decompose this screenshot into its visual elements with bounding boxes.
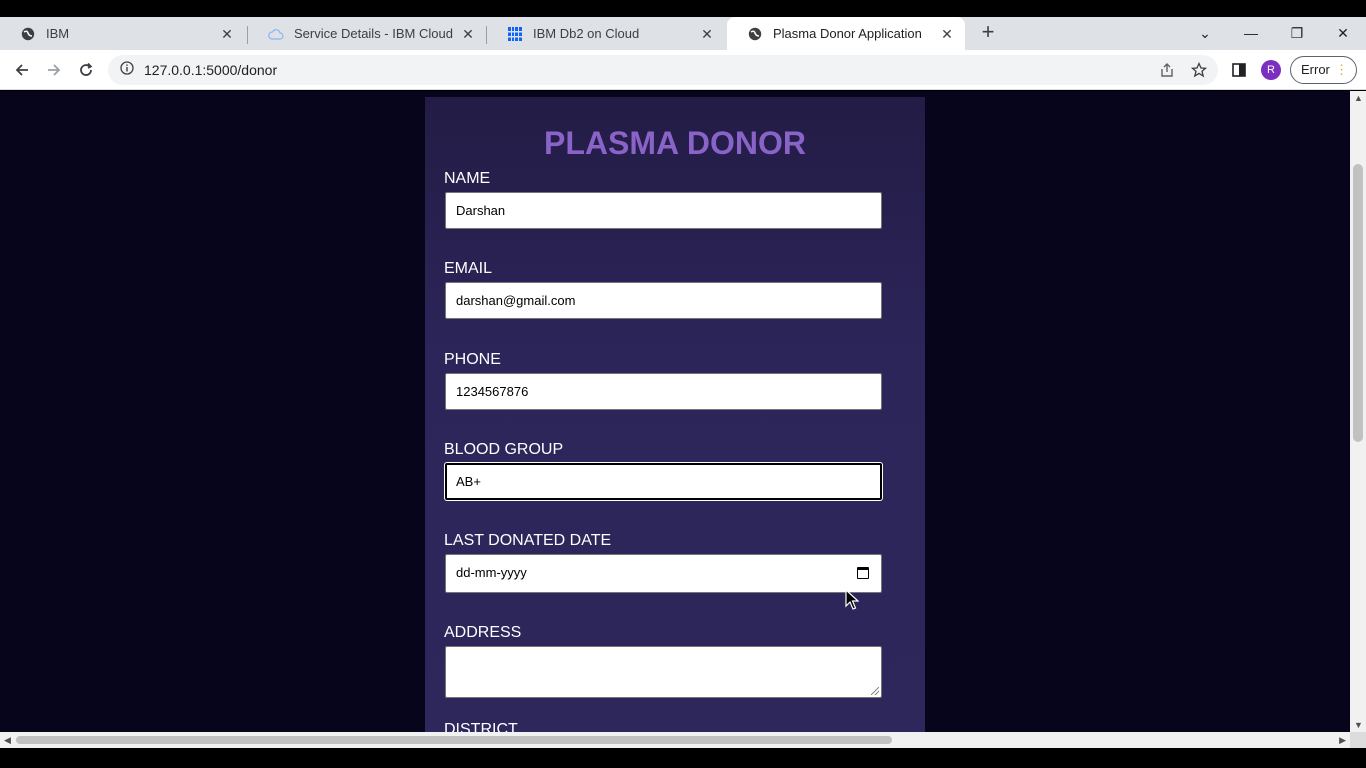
screen-bottom-edge (0, 748, 1366, 768)
side-panel-icon[interactable] (1228, 58, 1250, 82)
tab-title: IBM (46, 26, 70, 41)
name-label: NAME (444, 170, 491, 187)
scroll-down-icon[interactable]: ▼ (1354, 720, 1363, 730)
restore-icon[interactable]: ❐ (1282, 19, 1312, 47)
last-donated-date-input[interactable]: dd-mm-yyyy (445, 554, 882, 593)
site-info-icon[interactable] (120, 60, 134, 80)
tab-plasma-donor[interactable]: Plasma Donor Application ✕ (727, 17, 965, 50)
url-text: 127.0.0.1:5000/donor (144, 62, 278, 78)
mouse-cursor-icon (845, 588, 860, 616)
close-tab-icon[interactable]: ✕ (460, 26, 476, 42)
close-window-icon[interactable]: ✕ (1328, 19, 1358, 47)
tab-strip: IBM ✕ Service Details - IBM Cloud ✕ IBM … (0, 0, 1366, 50)
horizontal-scrollbar[interactable]: ◀ ▶ (0, 732, 1350, 748)
tab-search-icon[interactable]: ⌄ (1190, 19, 1220, 47)
bookmark-star-icon[interactable] (1188, 58, 1210, 82)
db2-grid-icon (507, 26, 523, 42)
phone-input[interactable]: 1234567876 (445, 373, 882, 410)
email-input[interactable]: darshan@gmail.com (445, 282, 882, 319)
menu-dots-icon: ⋮ (1335, 62, 1348, 77)
name-input[interactable]: Darshan (445, 192, 882, 229)
donor-form-card: PLASMA DONOR NAME Darshan EMAIL darshan@… (425, 97, 925, 732)
scroll-right-icon[interactable]: ▶ (1339, 735, 1346, 746)
tab-title: IBM Db2 on Cloud (533, 26, 640, 41)
scroll-left-icon[interactable]: ◀ (4, 735, 11, 746)
blood-group-label: BLOOD GROUP (444, 441, 564, 458)
email-label: EMAIL (444, 260, 493, 277)
forward-icon[interactable] (42, 58, 66, 82)
error-label: Error (1301, 62, 1330, 77)
close-tab-icon[interactable]: ✕ (939, 26, 955, 42)
address-textarea[interactable] (445, 646, 882, 698)
scrollbar-corner (1350, 732, 1366, 748)
tab-ibm-db2[interactable]: IBM Db2 on Cloud ✕ (487, 17, 725, 50)
close-tab-icon[interactable]: ✕ (699, 26, 715, 42)
tab-ibm[interactable]: IBM ✕ (0, 17, 245, 50)
resize-handle-icon[interactable] (871, 687, 879, 695)
scroll-up-icon[interactable]: ▲ (1354, 93, 1363, 103)
last-donated-date-label: LAST DONATED DATE (444, 532, 612, 549)
phone-label: PHONE (444, 351, 501, 368)
error-button[interactable]: Error ⋮ (1290, 56, 1357, 84)
reload-icon[interactable] (74, 58, 98, 82)
globe-icon (747, 26, 763, 42)
minimize-icon[interactable]: — (1236, 19, 1266, 47)
browser-toolbar: 127.0.0.1:5000/donor R Error ⋮ (0, 50, 1366, 90)
globe-icon (20, 26, 36, 42)
district-label: DISTRICT (444, 721, 518, 732)
back-icon[interactable] (10, 58, 34, 82)
vertical-scrollbar[interactable]: ▲ ▼ (1350, 91, 1366, 732)
calendar-icon[interactable] (857, 567, 869, 579)
vertical-scroll-thumb[interactable] (1353, 164, 1363, 442)
blood-group-input[interactable]: AB+ (445, 463, 882, 500)
tab-title: Service Details - IBM Cloud (294, 26, 453, 41)
address-label: ADDRESS (444, 624, 522, 641)
tab-service-details[interactable]: Service Details - IBM Cloud ✕ (248, 17, 486, 50)
tab-title: Plasma Donor Application (773, 26, 922, 41)
address-bar[interactable]: 127.0.0.1:5000/donor (108, 55, 1218, 85)
profile-avatar[interactable]: R (1261, 60, 1281, 80)
form-title: PLASMA DONOR (544, 125, 806, 161)
cloud-icon (268, 26, 284, 42)
share-icon[interactable] (1156, 58, 1178, 82)
page-viewport: PLASMA DONOR NAME Darshan EMAIL darshan@… (0, 91, 1350, 732)
close-tab-icon[interactable]: ✕ (219, 26, 235, 42)
new-tab-icon[interactable]: + (976, 21, 1000, 45)
date-placeholder: dd-mm-yyyy (456, 565, 527, 580)
horizontal-scroll-thumb[interactable] (16, 736, 892, 744)
